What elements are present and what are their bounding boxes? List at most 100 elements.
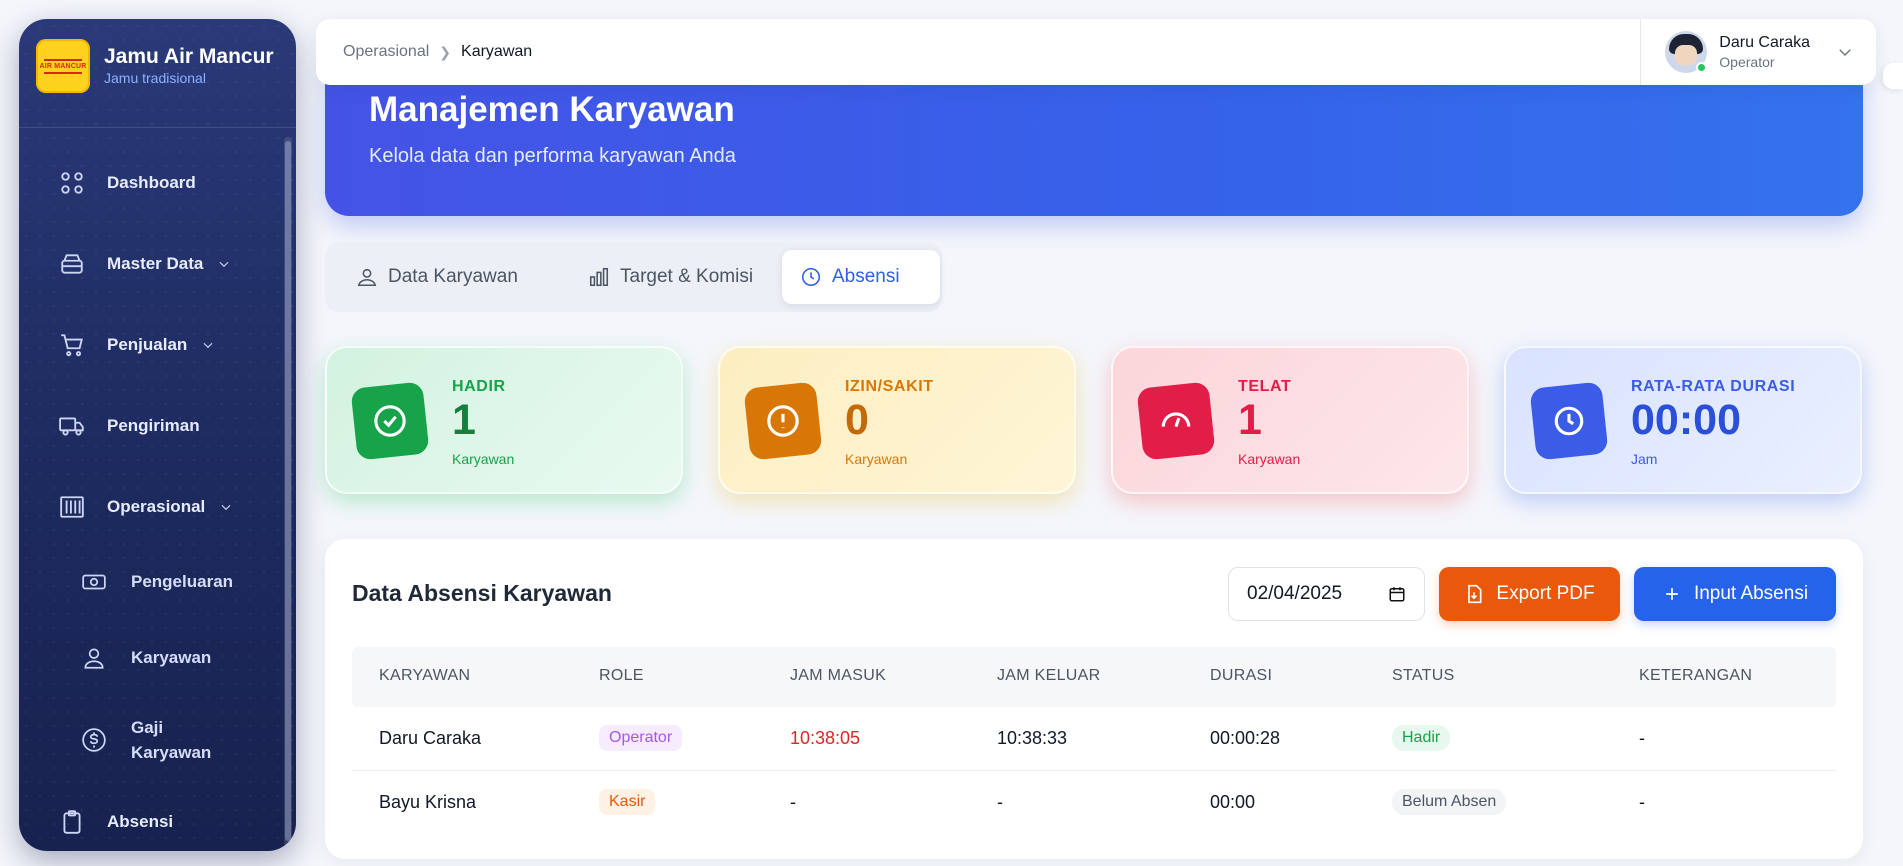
chevron-right-icon: ❯ bbox=[439, 43, 452, 60]
cell-durasi: 00:00:28 bbox=[1210, 728, 1281, 748]
sidebar-item-label: Dashboard bbox=[107, 173, 196, 192]
stat-unit: Karyawan bbox=[1238, 451, 1301, 467]
topbar: Operasional ❯ Karyawan Daru Caraka Opera… bbox=[316, 19, 1876, 85]
sidebar-item-absensi[interactable]: Absensi bbox=[59, 806, 173, 838]
edge-handle[interactable] bbox=[1883, 63, 1903, 89]
column-header: STATUS bbox=[1392, 667, 1455, 684]
tab-absensi[interactable]: Absensi bbox=[782, 250, 940, 304]
tab-bar: Data Karyawan Target & Komisi Absensi bbox=[325, 242, 942, 312]
chevron-down-icon bbox=[203, 342, 213, 349]
sidebar-item-pengiriman[interactable]: Pengiriman bbox=[59, 410, 200, 442]
chevron-down-icon bbox=[1839, 49, 1851, 56]
dollar-icon bbox=[82, 728, 106, 752]
sidebar-subitem-pengeluaran[interactable]: Pengeluaran bbox=[81, 569, 233, 595]
check-circle-icon bbox=[350, 381, 430, 461]
sidebar-item-label: Penjualan bbox=[107, 335, 188, 354]
button-label: Input Absensi bbox=[1693, 583, 1809, 604]
input-absensi-button[interactable]: Input Absensi bbox=[1634, 567, 1836, 621]
column-header: DURASI bbox=[1210, 667, 1273, 684]
sidebar-subitem-label: Karyawan bbox=[131, 648, 212, 667]
stat-card-hadir: HADIR 1 Karyawan bbox=[325, 346, 683, 494]
user-role: Operator bbox=[1719, 54, 1775, 70]
page-subtitle: Kelola data dan performa karyawan Anda bbox=[369, 145, 736, 167]
plus-icon bbox=[1666, 588, 1678, 600]
stat-unit: Karyawan bbox=[845, 451, 908, 467]
tab-label: Data Karyawan bbox=[388, 266, 518, 287]
tab-data-karyawan[interactable]: Data Karyawan bbox=[338, 250, 536, 304]
cell-durasi: 00:00 bbox=[1210, 792, 1256, 812]
sidebar-item-label: Pengiriman bbox=[107, 416, 200, 435]
cell-name: Bayu Krisna bbox=[379, 792, 477, 812]
panel-title: Data Absensi Karyawan bbox=[352, 580, 612, 606]
tab-target-komisi[interactable]: Target & Komisi bbox=[570, 250, 771, 304]
sidebar-subitem-gaji-karyawan[interactable]: Gaji Karyawan bbox=[81, 715, 211, 765]
sidebar-subitem-label-line2: Karyawan bbox=[131, 743, 212, 762]
scrollbar-thumb[interactable] bbox=[285, 141, 291, 841]
grid-icon bbox=[61, 172, 83, 194]
cell-keterangan: - bbox=[1639, 728, 1645, 748]
clock-icon bbox=[801, 267, 821, 287]
sidebar-item-dashboard[interactable]: Dashboard bbox=[59, 167, 196, 199]
stat-value: 1 bbox=[1238, 396, 1262, 444]
sidebar-item-penjualan[interactable]: Penjualan bbox=[59, 329, 215, 361]
export-pdf-button[interactable]: Export PDF bbox=[1439, 567, 1620, 621]
cell-name: Daru Caraka bbox=[379, 728, 482, 748]
bar-chart-icon bbox=[589, 267, 609, 287]
status-badge: Hadir bbox=[1392, 725, 1451, 751]
table-row[interactable]: Bayu Krisna Kasir - - 00:00 Belum Absen … bbox=[352, 771, 1836, 835]
tab-label: Target & Komisi bbox=[620, 266, 754, 287]
sidebar-scrollbar[interactable] bbox=[284, 137, 292, 847]
clock-icon bbox=[1529, 381, 1609, 461]
button-label: Export PDF bbox=[1496, 583, 1595, 604]
alert-circle-icon bbox=[743, 381, 823, 461]
stat-card-rata-rata-durasi: RATA-RATA DURASI 00:00 Jam bbox=[1504, 346, 1862, 494]
stat-card-izin-sakit: IZIN/SAKIT 0 Karyawan bbox=[718, 346, 1076, 494]
stat-unit: Jam bbox=[1631, 451, 1658, 467]
role-badge: Kasir bbox=[599, 789, 656, 815]
gauge-icon bbox=[1136, 381, 1216, 461]
stat-label: HADIR bbox=[452, 378, 506, 395]
database-icon bbox=[61, 254, 83, 274]
date-picker-input[interactable]: 02/04/2025 bbox=[1228, 567, 1425, 621]
table-row[interactable]: Daru Caraka Operator 10:38:05 10:38:33 0… bbox=[352, 707, 1836, 771]
sidebar-subitem-label: Pengeluaran bbox=[131, 572, 234, 591]
sidebar-subitem-karyawan[interactable]: Karyawan bbox=[81, 645, 211, 671]
brand-tagline: Jamu tradisional bbox=[104, 70, 206, 86]
cell-jam-keluar: - bbox=[997, 792, 1003, 812]
calendar-icon[interactable] bbox=[1388, 585, 1406, 603]
status-badge: Belum Absen bbox=[1392, 789, 1507, 815]
breadcrumb-item[interactable]: Operasional bbox=[343, 43, 429, 61]
cell-jam-masuk: - bbox=[790, 792, 796, 812]
column-header: JAM KELUAR bbox=[997, 667, 1101, 684]
column-header: ROLE bbox=[599, 667, 644, 684]
user-name: Daru Caraka bbox=[1719, 34, 1810, 51]
cell-jam-masuk: 10:38:05 bbox=[790, 728, 861, 748]
column-header: JAM MASUK bbox=[790, 667, 887, 684]
logo-text: AIR MANCUR bbox=[39, 62, 87, 70]
sidebar-item-label: Operasional bbox=[107, 497, 206, 516]
stat-value: 00:00 bbox=[1631, 396, 1741, 444]
breadcrumb: Operasional ❯ Karyawan bbox=[343, 43, 532, 61]
online-status-dot bbox=[1696, 62, 1708, 73]
table-header: KARYAWAN ROLE JAM MASUK JAM KELUAR DURAS… bbox=[352, 647, 1836, 707]
stat-label: RATA-RATA DURASI bbox=[1631, 378, 1796, 395]
user-menu[interactable]: Daru Caraka Operator bbox=[1640, 19, 1854, 85]
brand[interactable]: AIR MANCUR Jamu Air Mancur Jamu tradisio… bbox=[36, 36, 279, 96]
role-badge: Operator bbox=[599, 725, 683, 751]
sidebar-item-master-data[interactable]: Master Data bbox=[59, 248, 231, 280]
sidebar-item-label: Absensi bbox=[107, 812, 174, 831]
attendance-table: KARYAWAN ROLE JAM MASUK JAM KELUAR DURAS… bbox=[352, 647, 1836, 835]
barcode-icon bbox=[60, 496, 84, 518]
date-value: 02/04/2025 bbox=[1247, 583, 1343, 604]
file-download-icon bbox=[1468, 584, 1482, 604]
chevron-down-icon bbox=[221, 504, 231, 511]
sidebar-divider bbox=[19, 127, 296, 128]
cell-keterangan: - bbox=[1639, 792, 1645, 812]
sidebar-item-operasional[interactable]: Operasional bbox=[59, 491, 233, 523]
sidebar-subitem-label-line1: Gaji bbox=[131, 718, 164, 737]
stat-value: 0 bbox=[845, 396, 869, 444]
tab-label: Absensi bbox=[832, 266, 900, 287]
stat-label: IZIN/SAKIT bbox=[845, 378, 934, 395]
user-icon bbox=[84, 648, 104, 669]
page-title: Manajemen Karyawan bbox=[369, 90, 735, 129]
